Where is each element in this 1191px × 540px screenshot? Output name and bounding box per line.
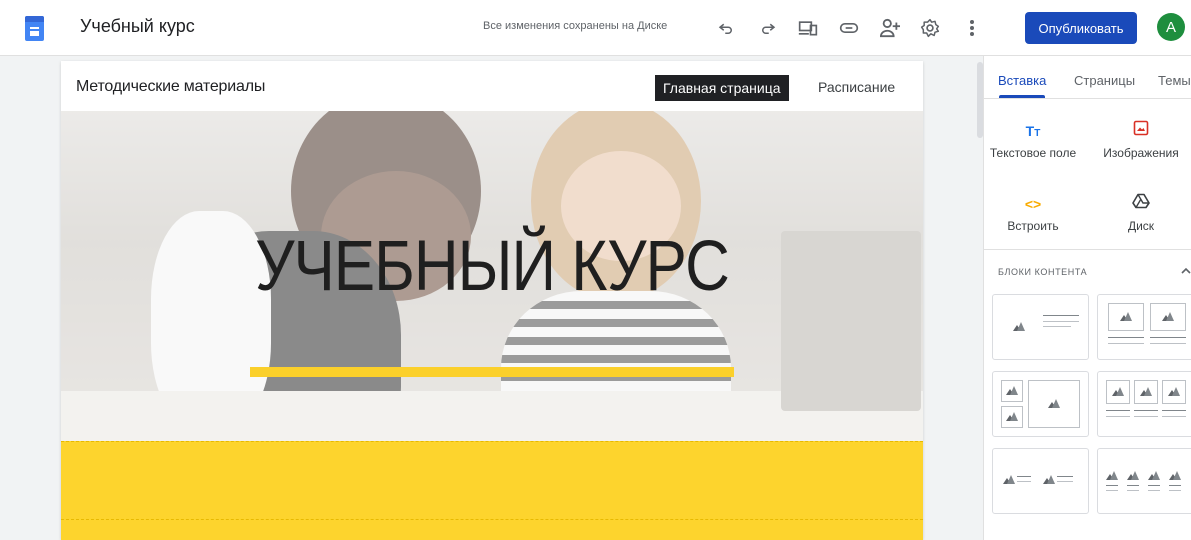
image-placeholder-icon — [1169, 471, 1181, 480]
insert-text-box-label: Текстовое поле — [989, 146, 1077, 160]
block-line — [1150, 343, 1186, 344]
insert-panel: Вставка Страницы Темы TT Текстовое поле … — [983, 56, 1191, 540]
block-line — [1043, 326, 1071, 327]
undo-icon[interactable] — [712, 14, 740, 42]
insert-images-label: Изображения — [1103, 146, 1179, 160]
hero-banner[interactable]: УЧЕБНЫЙ КУРС — [61, 111, 923, 441]
block-line — [1127, 485, 1139, 486]
block-line — [1134, 410, 1158, 411]
block-line — [1127, 490, 1139, 491]
block-line — [1106, 410, 1130, 411]
image-placeholder-icon — [1168, 387, 1180, 396]
publish-button[interactable]: Опубликовать — [1025, 12, 1137, 44]
nav-item-schedule[interactable]: Расписание — [818, 79, 895, 95]
content-block-gallery[interactable] — [992, 371, 1089, 437]
block-line — [1017, 481, 1031, 482]
account-avatar[interactable]: A — [1157, 13, 1185, 41]
hero-title[interactable]: УЧЕБНЫЙ КУРС — [61, 226, 923, 308]
link-icon[interactable] — [835, 14, 863, 42]
section-guide-top — [61, 441, 923, 442]
embed-icon: <> — [1024, 196, 1042, 212]
site-preview: Методические материалы Главная страница … — [61, 61, 923, 540]
hero-underline — [250, 367, 734, 377]
sites-logo-icon[interactable] — [25, 16, 44, 41]
image-placeholder-icon — [1162, 312, 1174, 321]
content-block-two-images[interactable] — [1097, 294, 1191, 360]
block-image-area — [1003, 313, 1033, 341]
block-line — [1106, 416, 1130, 417]
image-placeholder-icon — [1048, 399, 1060, 408]
block-line — [1134, 416, 1158, 417]
content-block-three-images[interactable] — [1097, 371, 1191, 437]
insert-text-box[interactable]: TT Текстовое поле — [988, 120, 1078, 160]
block-line — [1043, 315, 1079, 316]
tab-themes[interactable]: Темы — [1158, 73, 1191, 88]
yellow-section[interactable] — [61, 441, 923, 540]
top-app-bar: Учебный курс Все изменения сохранены на … — [0, 0, 1191, 56]
share-icon[interactable] — [876, 14, 904, 42]
image-placeholder-icon — [1006, 386, 1018, 395]
insert-embed-label: Встроить — [1007, 219, 1059, 233]
section-guide — [61, 519, 923, 520]
block-line — [1162, 410, 1186, 411]
insert-images[interactable]: Изображения — [1096, 120, 1186, 160]
image-placeholder-icon — [1112, 387, 1124, 396]
tab-pages[interactable]: Страницы — [1074, 73, 1135, 88]
block-line — [1150, 337, 1186, 338]
block-line — [1148, 490, 1160, 491]
document-title[interactable]: Учебный курс — [80, 16, 195, 37]
tab-insert[interactable]: Вставка — [998, 73, 1046, 88]
tabs-divider — [984, 98, 1191, 99]
image-placeholder-icon — [1148, 471, 1160, 480]
insert-drive-label: Диск — [1127, 219, 1155, 233]
settings-icon[interactable] — [916, 14, 944, 42]
site-name[interactable]: Методические материалы — [76, 78, 265, 96]
section-divider — [984, 249, 1191, 250]
content-block-image-text-pair[interactable] — [992, 448, 1089, 514]
save-status: Все изменения сохранены на Диске — [483, 20, 668, 32]
content-blocks-title: БЛОКИ КОНТЕНТА — [998, 267, 1088, 277]
image-placeholder-icon — [1127, 471, 1139, 480]
image-placeholder-icon — [1006, 412, 1018, 421]
block-line — [1162, 416, 1186, 417]
insert-drive[interactable]: Диск — [1096, 193, 1186, 233]
block-line — [1043, 321, 1079, 322]
image-placeholder-icon — [1120, 312, 1132, 321]
image-icon — [1096, 120, 1186, 142]
block-line — [1148, 485, 1160, 486]
block-line — [1169, 485, 1181, 486]
preview-icon[interactable] — [794, 14, 822, 42]
block-line — [1017, 476, 1031, 477]
content-block-image-text[interactable] — [992, 294, 1089, 360]
block-line — [1108, 343, 1144, 344]
block-line — [1057, 476, 1073, 477]
block-line — [1057, 481, 1073, 482]
redo-icon[interactable] — [754, 14, 782, 42]
image-placeholder-icon — [1106, 471, 1118, 480]
content-block-four-images[interactable] — [1097, 448, 1191, 514]
image-placeholder-icon — [1043, 475, 1055, 484]
insert-embed[interactable]: <> Встроить — [988, 193, 1078, 233]
block-line — [1106, 485, 1118, 486]
chevron-up-icon[interactable] — [1181, 263, 1191, 278]
image-placeholder-icon — [1140, 387, 1152, 396]
nav-item-home[interactable]: Главная страница — [655, 75, 789, 101]
block-line — [1169, 490, 1181, 491]
block-line — [1108, 337, 1144, 338]
more-icon[interactable] — [958, 14, 986, 42]
drive-icon — [1096, 193, 1186, 215]
text-box-icon: TT — [1025, 123, 1041, 139]
image-placeholder-icon — [1003, 475, 1015, 484]
site-header[interactable]: Методические материалы Главная страница … — [61, 61, 923, 111]
block-line — [1106, 490, 1118, 491]
